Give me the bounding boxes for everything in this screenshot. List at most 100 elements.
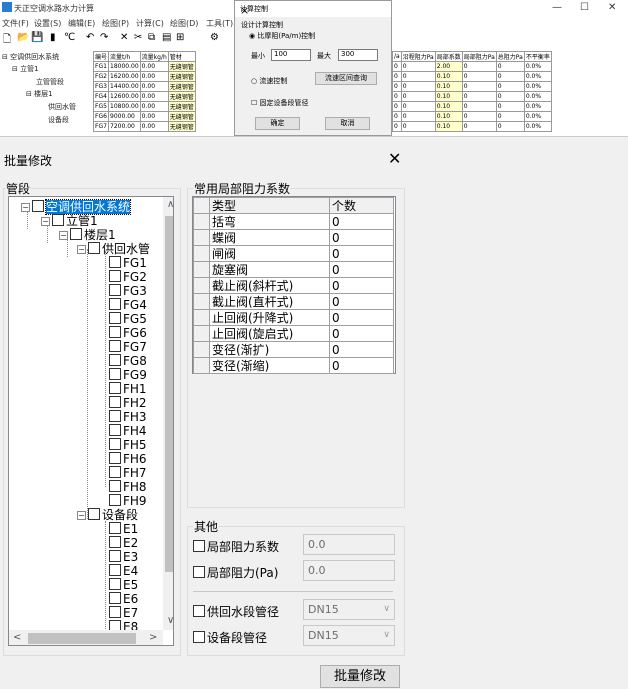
table-row[interactable]: 括弯 0 (193, 213, 394, 230)
tree-leaf-pipe[interactable]: FG7 (109, 340, 147, 354)
velocity-range-button[interactable]: 流速区间查询 (315, 72, 377, 85)
chart-icon[interactable]: ▮ (50, 32, 56, 43)
checkbox-icon[interactable] (52, 214, 64, 226)
table-row[interactable]: 变径(渐扩) 0 (193, 341, 394, 358)
menu-calc[interactable]: 计算(C) (136, 18, 164, 29)
minimize-button[interactable]: — (552, 2, 562, 13)
table-row[interactable]: FG6 9000.00 0.00 无缝钢管 (92, 111, 196, 122)
checkbox-icon[interactable] (193, 566, 205, 578)
new-file-icon[interactable]: 🗋 (3, 32, 11, 49)
menu-draw[interactable]: 绘图(P) (102, 18, 129, 29)
tree-node-supply[interactable]: 供回水管 (48, 102, 76, 112)
tree-leaf-pipe[interactable]: FG2 (109, 270, 147, 284)
local-res-checkbox[interactable]: 局部阻力(Pa) (193, 564, 278, 581)
table-row[interactable]: 蝶阀 0 (193, 229, 394, 246)
equip-pipe-checkbox[interactable]: 设备段管径 (193, 629, 267, 646)
checkbox-icon[interactable] (193, 605, 205, 617)
tree-leaf-pipe[interactable]: FH2 (109, 396, 147, 410)
table-row[interactable]: 止回阀(升降式) 0 (193, 309, 394, 326)
tree-node-system[interactable]: ⊟ 空调供回水系统 (2, 52, 59, 62)
tree-leaf-pipe[interactable]: FH3 (109, 410, 147, 424)
table-row[interactable]: 变径(渐缩) 0 (193, 357, 394, 374)
table-row[interactable]: 0 0 0.10 0 0 0.0% (392, 71, 552, 82)
menu-edit[interactable]: 编辑(E) (68, 18, 95, 29)
close-icon[interactable]: × (240, 4, 385, 17)
tree-node-equip[interactable]: − 设备段 (77, 508, 138, 522)
collapse-icon[interactable]: − (77, 511, 86, 520)
tree-leaf-pipe[interactable]: FG1 (109, 256, 147, 270)
tree-leaf-pipe[interactable]: FH4 (109, 424, 147, 438)
fix-equip-checkbox[interactable]: ☐ 固定设备段管径 (251, 98, 309, 108)
checkbox-icon[interactable] (88, 242, 100, 254)
temperature-icon[interactable]: ℃ (64, 32, 75, 43)
tree-leaf-equip[interactable]: E2 (109, 536, 138, 550)
scroll-thumb[interactable] (28, 633, 136, 644)
checkbox-icon[interactable] (193, 540, 205, 552)
table-row[interactable]: 0 0 2.00 0 0 0.0% (392, 61, 552, 72)
tree-leaf-equip[interactable]: E6 (109, 592, 138, 606)
tree-leaf-pipe[interactable]: FG6 (109, 326, 147, 340)
open-folder-icon[interactable]: 📂 (17, 32, 29, 43)
collapse-icon[interactable]: − (59, 231, 68, 240)
max-input[interactable]: 300 (338, 49, 378, 61)
supply-pipe-select[interactable]: DN15 ∨ (303, 599, 395, 620)
table-row[interactable]: FG5 10800.00 0.00 无缝钢管 (92, 101, 196, 112)
table-row[interactable]: 止回阀(旋启式) 0 (193, 325, 394, 342)
menu-drawing[interactable]: 绘图(D) (170, 18, 198, 29)
scroll-up-icon[interactable]: ∧ (167, 199, 173, 210)
tree-node-equip[interactable]: 设备段 (48, 115, 69, 125)
table-row[interactable]: 闸阀 0 (193, 245, 394, 262)
scroll-down-icon[interactable]: ∨ (167, 615, 173, 626)
local-coef-input[interactable]: 0.0 (303, 534, 395, 555)
tree-node-floor[interactable]: ⊟ 楼层1 (26, 89, 53, 99)
batch-apply-button[interactable]: 批量修改 (320, 665, 400, 688)
table-row[interactable]: 0 0 0.10 0 0 0.0% (392, 81, 552, 92)
table-row[interactable]: 0 0 0.10 0 0 0.0% (392, 91, 552, 102)
tree-horizontal-scrollbar[interactable]: < > (9, 630, 163, 645)
tree-leaf-pipe[interactable]: FG8 (109, 354, 147, 368)
tree-node-riser[interactable]: ⊟ 立管1 (12, 64, 39, 74)
table-row[interactable]: FG7 7200.00 0.00 无缝钢管 (92, 121, 196, 132)
tree-leaf-pipe[interactable]: FH6 (109, 452, 147, 466)
cancel-button[interactable]: 取消 (325, 117, 370, 130)
tree-node-riser-seg[interactable]: 立管管段 (36, 77, 64, 87)
tree-leaf-pipe[interactable]: FG4 (109, 298, 147, 312)
local-coef-checkbox[interactable]: 局部阻力系数 (193, 538, 279, 555)
table-row[interactable]: 旋塞阀 0 (193, 261, 394, 278)
tree-leaf-pipe[interactable]: FH1 (109, 382, 147, 396)
undo-icon[interactable]: ↶ (86, 32, 94, 43)
table-row[interactable]: 截止阀(直杆式) 0 (193, 293, 394, 310)
tree-leaf-pipe[interactable]: FH7 (109, 466, 147, 480)
tree-leaf-pipe[interactable]: FG3 (109, 284, 147, 298)
table-row[interactable]: FG1 18000.00 0.00 无缝钢管 (92, 61, 196, 72)
copy-icon[interactable]: ⧉ (148, 32, 155, 43)
menu-tools[interactable]: 工具(T) (206, 18, 233, 29)
local-res-input[interactable]: 0.0 (303, 560, 395, 581)
tree-leaf-equip[interactable]: E4 (109, 564, 138, 578)
maximize-button[interactable]: ☐ (580, 2, 589, 13)
tree-leaf-pipe[interactable]: FG5 (109, 312, 147, 326)
supply-pipe-checkbox[interactable]: 供回水段管径 (193, 603, 279, 620)
table-row[interactable]: 0 0 0.10 0 0 0.0% (392, 101, 552, 112)
menu-file[interactable]: 文件(F) (2, 18, 29, 29)
radio-velocity[interactable]: ○ 流速控制 (251, 76, 287, 86)
menu-settings[interactable]: 设置(S) (34, 18, 61, 29)
min-input[interactable]: 100 (271, 49, 311, 61)
equip-pipe-select[interactable]: DN15 ∨ (303, 625, 395, 646)
tool-icon[interactable]: ⚙ (210, 32, 219, 43)
radio-pressure-drop[interactable]: ◉ 比摩阻(Pa/m)控制 (249, 31, 315, 41)
checkbox-icon[interactable] (193, 631, 205, 643)
close-app-button[interactable]: ✕ (608, 2, 616, 13)
delete-icon[interactable]: ✕ (120, 32, 128, 43)
tree-node-riser[interactable]: − 立管1 (41, 214, 98, 228)
tree-node-supply[interactable]: − 供回水管 (77, 242, 150, 256)
tree-leaf-pipe[interactable]: FH5 (109, 438, 147, 452)
checkbox-icon[interactable] (88, 508, 100, 520)
redo-icon[interactable]: ↷ (100, 32, 108, 43)
collapse-icon[interactable]: − (21, 203, 30, 212)
tree-node-floor[interactable]: − 楼层1 (59, 228, 116, 242)
checkbox-icon[interactable] (70, 228, 82, 240)
collapse-icon[interactable]: − (77, 245, 86, 254)
table-row[interactable]: 截止阀(斜杆式) 0 (193, 277, 394, 294)
ok-button[interactable]: 确定 (255, 117, 300, 130)
